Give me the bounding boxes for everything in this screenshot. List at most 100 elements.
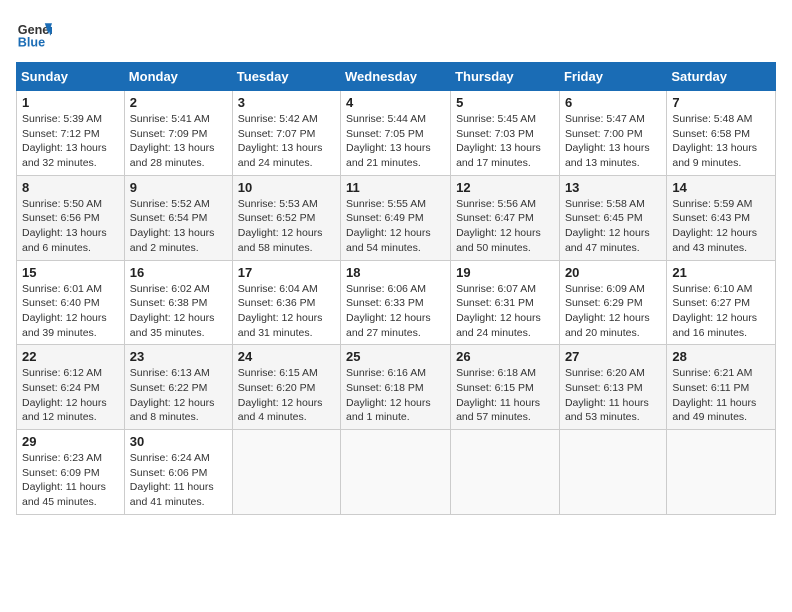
- day-info: Sunrise: 5:58 AMSunset: 6:45 PMDaylight:…: [565, 197, 661, 256]
- day-number: 5: [456, 95, 554, 110]
- col-header-wednesday: Wednesday: [341, 63, 451, 91]
- calendar-table: SundayMondayTuesdayWednesdayThursdayFrid…: [16, 62, 776, 515]
- day-cell-7: 7 Sunrise: 5:48 AMSunset: 6:58 PMDaylight…: [667, 91, 776, 176]
- day-cell-30: 30Sunrise: 6:24 AMSunset: 6:06 PMDayligh…: [124, 430, 232, 515]
- day-info: Sunrise: 5:52 AMSunset: 6:54 PMDaylight:…: [130, 197, 227, 256]
- day-cell-18: 18 Sunrise: 6:06 AMSunset: 6:33 PMDayligh…: [341, 260, 451, 345]
- day-info: Sunrise: 6:07 AMSunset: 6:31 PMDaylight:…: [456, 282, 554, 341]
- day-number: 29: [22, 434, 119, 449]
- page-header: General Blue: [16, 16, 776, 52]
- day-cell-12: 12 Sunrise: 5:56 AMSunset: 6:47 PMDayligh…: [451, 175, 560, 260]
- day-cell-8: 8 Sunrise: 5:50 AMSunset: 6:56 PMDaylight…: [17, 175, 125, 260]
- day-number: 28: [672, 349, 770, 364]
- day-cell-25: 25Sunrise: 6:16 AMSunset: 6:18 PMDayligh…: [341, 345, 451, 430]
- day-info: Sunrise: 6:21 AMSunset: 6:11 PMDaylight:…: [672, 366, 770, 425]
- day-info: Sunrise: 5:48 AMSunset: 6:58 PMDaylight:…: [672, 112, 770, 171]
- day-info: Sunrise: 5:56 AMSunset: 6:47 PMDaylight:…: [456, 197, 554, 256]
- empty-cell: [341, 430, 451, 515]
- day-cell-26: 26 Sunrise: 6:18 AMSunset: 6:15 PMDayligh…: [451, 345, 560, 430]
- day-info: Sunrise: 6:09 AMSunset: 6:29 PMDaylight:…: [565, 282, 661, 341]
- col-header-sunday: Sunday: [17, 63, 125, 91]
- col-header-saturday: Saturday: [667, 63, 776, 91]
- day-cell-15: 15Sunrise: 6:01 AMSunset: 6:40 PMDayligh…: [17, 260, 125, 345]
- day-info: Sunrise: 6:18 AMSunset: 6:15 PMDaylight:…: [456, 366, 554, 425]
- day-info: Sunrise: 6:01 AMSunset: 6:40 PMDaylight:…: [22, 282, 119, 341]
- day-cell-13: 13 Sunrise: 5:58 AMSunset: 6:45 PMDayligh…: [559, 175, 666, 260]
- day-cell-21: 21 Sunrise: 6:10 AMSunset: 6:27 PMDayligh…: [667, 260, 776, 345]
- logo: General Blue: [16, 16, 56, 52]
- week-row-1: 1 Sunrise: 5:39 AMSunset: 7:12 PMDaylight…: [17, 91, 776, 176]
- day-cell-20: 20Sunrise: 6:09 AMSunset: 6:29 PMDayligh…: [559, 260, 666, 345]
- day-cell-29: 29 Sunrise: 6:23 AMSunset: 6:09 PMDayligh…: [17, 430, 125, 515]
- day-number: 14: [672, 180, 770, 195]
- day-cell-28: 28 Sunrise: 6:21 AMSunset: 6:11 PMDayligh…: [667, 345, 776, 430]
- day-number: 10: [238, 180, 335, 195]
- day-number: 12: [456, 180, 554, 195]
- day-info: Sunrise: 6:02 AMSunset: 6:38 PMDaylight:…: [130, 282, 227, 341]
- week-row-2: 8 Sunrise: 5:50 AMSunset: 6:56 PMDaylight…: [17, 175, 776, 260]
- empty-cell: [232, 430, 340, 515]
- day-cell-5: 5 Sunrise: 5:45 AMSunset: 7:03 PMDaylight…: [451, 91, 560, 176]
- day-number: 27: [565, 349, 661, 364]
- day-info: Sunrise: 5:59 AMSunset: 6:43 PMDaylight:…: [672, 197, 770, 256]
- day-info: Sunrise: 5:39 AMSunset: 7:12 PMDaylight:…: [22, 112, 119, 171]
- week-row-5: 29 Sunrise: 6:23 AMSunset: 6:09 PMDayligh…: [17, 430, 776, 515]
- day-info: Sunrise: 6:12 AMSunset: 6:24 PMDaylight:…: [22, 366, 119, 425]
- header-row: SundayMondayTuesdayWednesdayThursdayFrid…: [17, 63, 776, 91]
- day-number: 19: [456, 265, 554, 280]
- empty-cell: [667, 430, 776, 515]
- day-number: 3: [238, 95, 335, 110]
- day-cell-24: 24Sunrise: 6:15 AMSunset: 6:20 PMDayligh…: [232, 345, 340, 430]
- col-header-thursday: Thursday: [451, 63, 560, 91]
- day-info: Sunrise: 6:15 AMSunset: 6:20 PMDaylight:…: [238, 366, 335, 425]
- day-cell-22: 22 Sunrise: 6:12 AMSunset: 6:24 PMDayligh…: [17, 345, 125, 430]
- day-info: Sunrise: 6:04 AMSunset: 6:36 PMDaylight:…: [238, 282, 335, 341]
- day-number: 21: [672, 265, 770, 280]
- day-number: 7: [672, 95, 770, 110]
- col-header-tuesday: Tuesday: [232, 63, 340, 91]
- day-cell-19: 19 Sunrise: 6:07 AMSunset: 6:31 PMDayligh…: [451, 260, 560, 345]
- day-info: Sunrise: 6:13 AMSunset: 6:22 PMDaylight:…: [130, 366, 227, 425]
- empty-cell: [451, 430, 560, 515]
- day-info: Sunrise: 5:53 AMSunset: 6:52 PMDaylight:…: [238, 197, 335, 256]
- day-number: 13: [565, 180, 661, 195]
- day-info: Sunrise: 6:20 AMSunset: 6:13 PMDaylight:…: [565, 366, 661, 425]
- day-number: 18: [346, 265, 445, 280]
- day-info: Sunrise: 5:45 AMSunset: 7:03 PMDaylight:…: [456, 112, 554, 171]
- day-number: 9: [130, 180, 227, 195]
- col-header-friday: Friday: [559, 63, 666, 91]
- day-info: Sunrise: 5:44 AMSunset: 7:05 PMDaylight:…: [346, 112, 445, 171]
- day-info: Sunrise: 5:42 AMSunset: 7:07 PMDaylight:…: [238, 112, 335, 171]
- day-info: Sunrise: 6:06 AMSunset: 6:33 PMDaylight:…: [346, 282, 445, 341]
- day-number: 30: [130, 434, 227, 449]
- day-info: Sunrise: 5:55 AMSunset: 6:49 PMDaylight:…: [346, 197, 445, 256]
- day-number: 22: [22, 349, 119, 364]
- day-info: Sunrise: 5:50 AMSunset: 6:56 PMDaylight:…: [22, 197, 119, 256]
- day-info: Sunrise: 6:10 AMSunset: 6:27 PMDaylight:…: [672, 282, 770, 341]
- day-number: 23: [130, 349, 227, 364]
- day-cell-4: 4 Sunrise: 5:44 AMSunset: 7:05 PMDaylight…: [341, 91, 451, 176]
- day-number: 16: [130, 265, 227, 280]
- day-number: 26: [456, 349, 554, 364]
- day-number: 17: [238, 265, 335, 280]
- day-cell-1: 1 Sunrise: 5:39 AMSunset: 7:12 PMDaylight…: [17, 91, 125, 176]
- day-cell-11: 11 Sunrise: 5:55 AMSunset: 6:49 PMDayligh…: [341, 175, 451, 260]
- day-cell-17: 17 Sunrise: 6:04 AMSunset: 6:36 PMDayligh…: [232, 260, 340, 345]
- day-info: Sunrise: 5:47 AMSunset: 7:00 PMDaylight:…: [565, 112, 661, 171]
- day-cell-23: 23 Sunrise: 6:13 AMSunset: 6:22 PMDayligh…: [124, 345, 232, 430]
- day-cell-10: 10 Sunrise: 5:53 AMSunset: 6:52 PMDayligh…: [232, 175, 340, 260]
- day-number: 11: [346, 180, 445, 195]
- day-number: 4: [346, 95, 445, 110]
- day-cell-27: 27 Sunrise: 6:20 AMSunset: 6:13 PMDayligh…: [559, 345, 666, 430]
- day-number: 8: [22, 180, 119, 195]
- day-cell-9: 9 Sunrise: 5:52 AMSunset: 6:54 PMDaylight…: [124, 175, 232, 260]
- day-number: 25: [346, 349, 445, 364]
- day-cell-3: 3 Sunrise: 5:42 AMSunset: 7:07 PMDaylight…: [232, 91, 340, 176]
- day-cell-2: 2Sunrise: 5:41 AMSunset: 7:09 PMDaylight…: [124, 91, 232, 176]
- day-cell-16: 16 Sunrise: 6:02 AMSunset: 6:38 PMDayligh…: [124, 260, 232, 345]
- day-number: 6: [565, 95, 661, 110]
- logo-icon: General Blue: [16, 16, 52, 52]
- day-number: 1: [22, 95, 119, 110]
- empty-cell: [559, 430, 666, 515]
- day-info: Sunrise: 6:23 AMSunset: 6:09 PMDaylight:…: [22, 451, 119, 510]
